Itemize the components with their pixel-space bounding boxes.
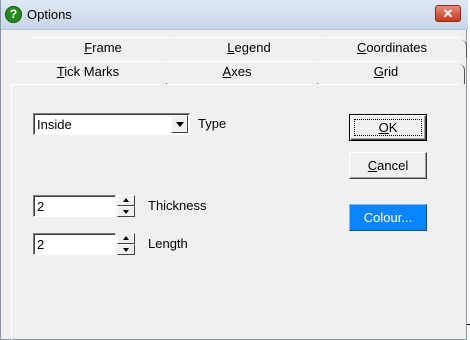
tab-tick-marks[interactable]: Tick Marks <box>15 61 167 84</box>
decrement-arrow-icon[interactable] <box>117 244 135 255</box>
thickness-value: 2 <box>37 199 45 214</box>
type-label: Type <box>198 116 227 131</box>
tab-coordinates[interactable]: Coordinates <box>323 37 467 59</box>
chevron-down-icon[interactable] <box>171 115 188 133</box>
length-input[interactable]: 2 <box>33 233 116 255</box>
title-bar[interactable]: ? Options ✕ <box>1 0 468 30</box>
tab-axes[interactable]: Axes <box>162 61 318 84</box>
tab-frame[interactable]: Frame <box>31 37 181 59</box>
thickness-input[interactable]: 2 <box>33 195 116 217</box>
length-label: Length <box>148 236 188 251</box>
tab-legend[interactable]: Legend <box>176 37 328 59</box>
cancel-button[interactable]: Cancel <box>349 152 427 179</box>
decrement-arrow-icon[interactable] <box>117 206 135 217</box>
options-dialog: ? Options ✕ Frame Legend Coordinates Tic… <box>0 0 468 340</box>
thickness-label: Thickness <box>148 198 207 213</box>
increment-arrow-icon[interactable] <box>117 195 135 206</box>
close-button[interactable]: ✕ <box>435 5 461 22</box>
help-question-icon: ? <box>5 6 22 23</box>
window-title: Options <box>27 7 72 22</box>
thickness-stepper[interactable] <box>117 195 135 217</box>
focus-rectangle <box>354 119 422 136</box>
increment-arrow-icon[interactable] <box>117 233 135 244</box>
colour-button[interactable]: Colour... <box>349 204 427 231</box>
tab-grid[interactable]: Grid <box>313 61 465 84</box>
close-icon: ✕ <box>442 6 454 21</box>
length-stepper[interactable] <box>117 233 135 255</box>
length-value: 2 <box>37 237 45 252</box>
ok-button[interactable]: OK <box>349 114 427 141</box>
type-select[interactable]: Inside <box>33 113 190 135</box>
type-select-value: Inside <box>37 117 72 132</box>
